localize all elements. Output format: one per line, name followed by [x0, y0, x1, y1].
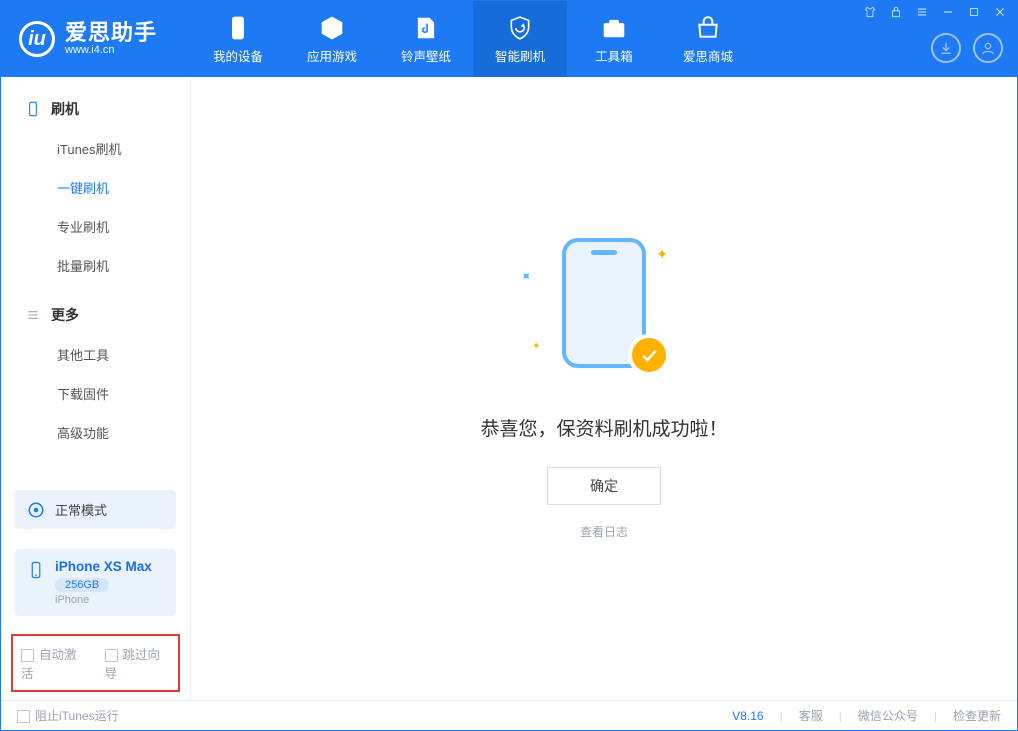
minimize-button[interactable]: [941, 5, 955, 22]
nav-tabs: 我的设备 应用游戏 铃声壁纸 智能刷机 工具箱 爱思商城: [191, 1, 755, 77]
mode-card[interactable]: 正常模式: [15, 490, 176, 529]
app-name: 爱思助手: [65, 22, 157, 44]
success-message: 恭喜您，保资料刷机成功啦！: [480, 414, 727, 441]
main-content: ✦ ✦ ✦ 恭喜您，保资料刷机成功啦！ 确定 查看日志: [191, 77, 1017, 700]
nav-label: 智能刷机: [495, 46, 545, 65]
tab-my-device[interactable]: 我的设备: [191, 1, 285, 77]
tab-toolbox[interactable]: 工具箱: [567, 1, 661, 77]
view-log-link[interactable]: 查看日志: [580, 523, 628, 540]
statusbar: 阻止iTunes运行 V8.16 | 客服 | 微信公众号 | 检查更新: [1, 700, 1017, 730]
block-itunes-checkbox[interactable]: 阻止iTunes运行: [17, 707, 119, 724]
success-illustration: ✦ ✦ ✦: [514, 238, 694, 388]
nav-label: 工具箱: [595, 46, 633, 65]
tab-smart-flash[interactable]: 智能刷机: [473, 1, 567, 77]
device-type: iPhone: [55, 594, 152, 606]
cube-icon: [318, 14, 346, 42]
ok-button[interactable]: 确定: [547, 467, 661, 505]
phone-icon: [27, 561, 45, 579]
download-button[interactable]: [931, 33, 961, 63]
sidebar-item-batch-flash[interactable]: 批量刷机: [1, 246, 190, 285]
support-link[interactable]: 客服: [799, 707, 823, 724]
music-file-icon: [412, 14, 440, 42]
sidebar-item-other-tools[interactable]: 其他工具: [1, 335, 190, 374]
logo-text: 爱思助手 www.i4.cn: [65, 22, 157, 56]
device-name: iPhone XS Max: [55, 559, 152, 574]
sidebar-item-oneclick-flash[interactable]: 一键刷机: [1, 168, 190, 207]
sidebar-section-more: 更多: [1, 301, 190, 335]
tab-ringtone-wallpaper[interactable]: 铃声壁纸: [379, 1, 473, 77]
list-icon: [25, 307, 41, 323]
wechat-link[interactable]: 微信公众号: [858, 707, 918, 724]
window-controls: [863, 5, 1007, 22]
sidebar-item-download-firmware[interactable]: 下载固件: [1, 374, 190, 413]
lock-icon[interactable]: [889, 5, 903, 22]
version-label: V8.16: [732, 709, 763, 723]
section-title: 更多: [51, 305, 79, 325]
check-badge-icon: [628, 334, 670, 376]
sidebar-item-itunes-flash[interactable]: iTunes刷机: [1, 129, 190, 168]
nav-label: 我的设备: [213, 46, 263, 65]
logo-area: iu 爱思助手 www.i4.cn: [1, 1, 191, 77]
device-card[interactable]: iPhone XS Max 256GB iPhone: [15, 549, 176, 616]
skip-guide-checkbox[interactable]: 跳过向导: [105, 644, 171, 682]
phone-icon: [25, 101, 41, 117]
sidebar: 刷机 iTunes刷机 一键刷机 专业刷机 批量刷机 更多 其他工具 下载固件 …: [1, 77, 191, 700]
store-icon: [694, 14, 722, 42]
sidebar-item-advanced[interactable]: 高级功能: [1, 413, 190, 452]
sidebar-section-flash: 刷机: [1, 95, 190, 129]
close-button[interactable]: [993, 5, 1007, 22]
auto-activate-checkbox[interactable]: 自动激活: [21, 644, 87, 682]
mode-icon: [27, 501, 45, 519]
check-update-link[interactable]: 检查更新: [953, 707, 1001, 724]
header-right-actions: [931, 33, 1003, 63]
toolbox-icon: [600, 14, 628, 42]
device-storage-badge: 256GB: [55, 578, 109, 592]
shield-refresh-icon: [506, 14, 534, 42]
menu-icon[interactable]: [915, 5, 929, 22]
statusbar-left: 阻止iTunes运行: [17, 707, 119, 724]
statusbar-right: V8.16 | 客服 | 微信公众号 | 检查更新: [732, 707, 1001, 724]
bottom-options-highlight: 自动激活 跳过向导: [11, 634, 180, 692]
nav-label: 爱思商城: [683, 46, 733, 65]
maximize-button[interactable]: [967, 5, 981, 22]
logo-icon: iu: [19, 21, 55, 57]
user-button[interactable]: [973, 33, 1003, 63]
tab-store[interactable]: 爱思商城: [661, 1, 755, 77]
nav-label: 铃声壁纸: [401, 46, 451, 65]
device-icon: [224, 14, 252, 42]
sidebar-item-pro-flash[interactable]: 专业刷机: [1, 207, 190, 246]
header: iu 爱思助手 www.i4.cn 我的设备 应用游戏 铃声壁纸 智能刷机: [1, 1, 1017, 77]
mode-label: 正常模式: [55, 500, 107, 519]
tab-apps-games[interactable]: 应用游戏: [285, 1, 379, 77]
section-title: 刷机: [51, 99, 79, 119]
app-window: iu 爱思助手 www.i4.cn 我的设备 应用游戏 铃声壁纸 智能刷机: [0, 0, 1018, 731]
body: 刷机 iTunes刷机 一键刷机 专业刷机 批量刷机 更多 其他工具 下载固件 …: [1, 77, 1017, 700]
shirt-icon[interactable]: [863, 5, 877, 22]
sidebar-scroll: 刷机 iTunes刷机 一键刷机 专业刷机 批量刷机 更多 其他工具 下载固件 …: [1, 77, 190, 480]
app-url: www.i4.cn: [65, 44, 157, 56]
nav-label: 应用游戏: [307, 46, 357, 65]
block-itunes-label: 阻止iTunes运行: [35, 709, 119, 723]
